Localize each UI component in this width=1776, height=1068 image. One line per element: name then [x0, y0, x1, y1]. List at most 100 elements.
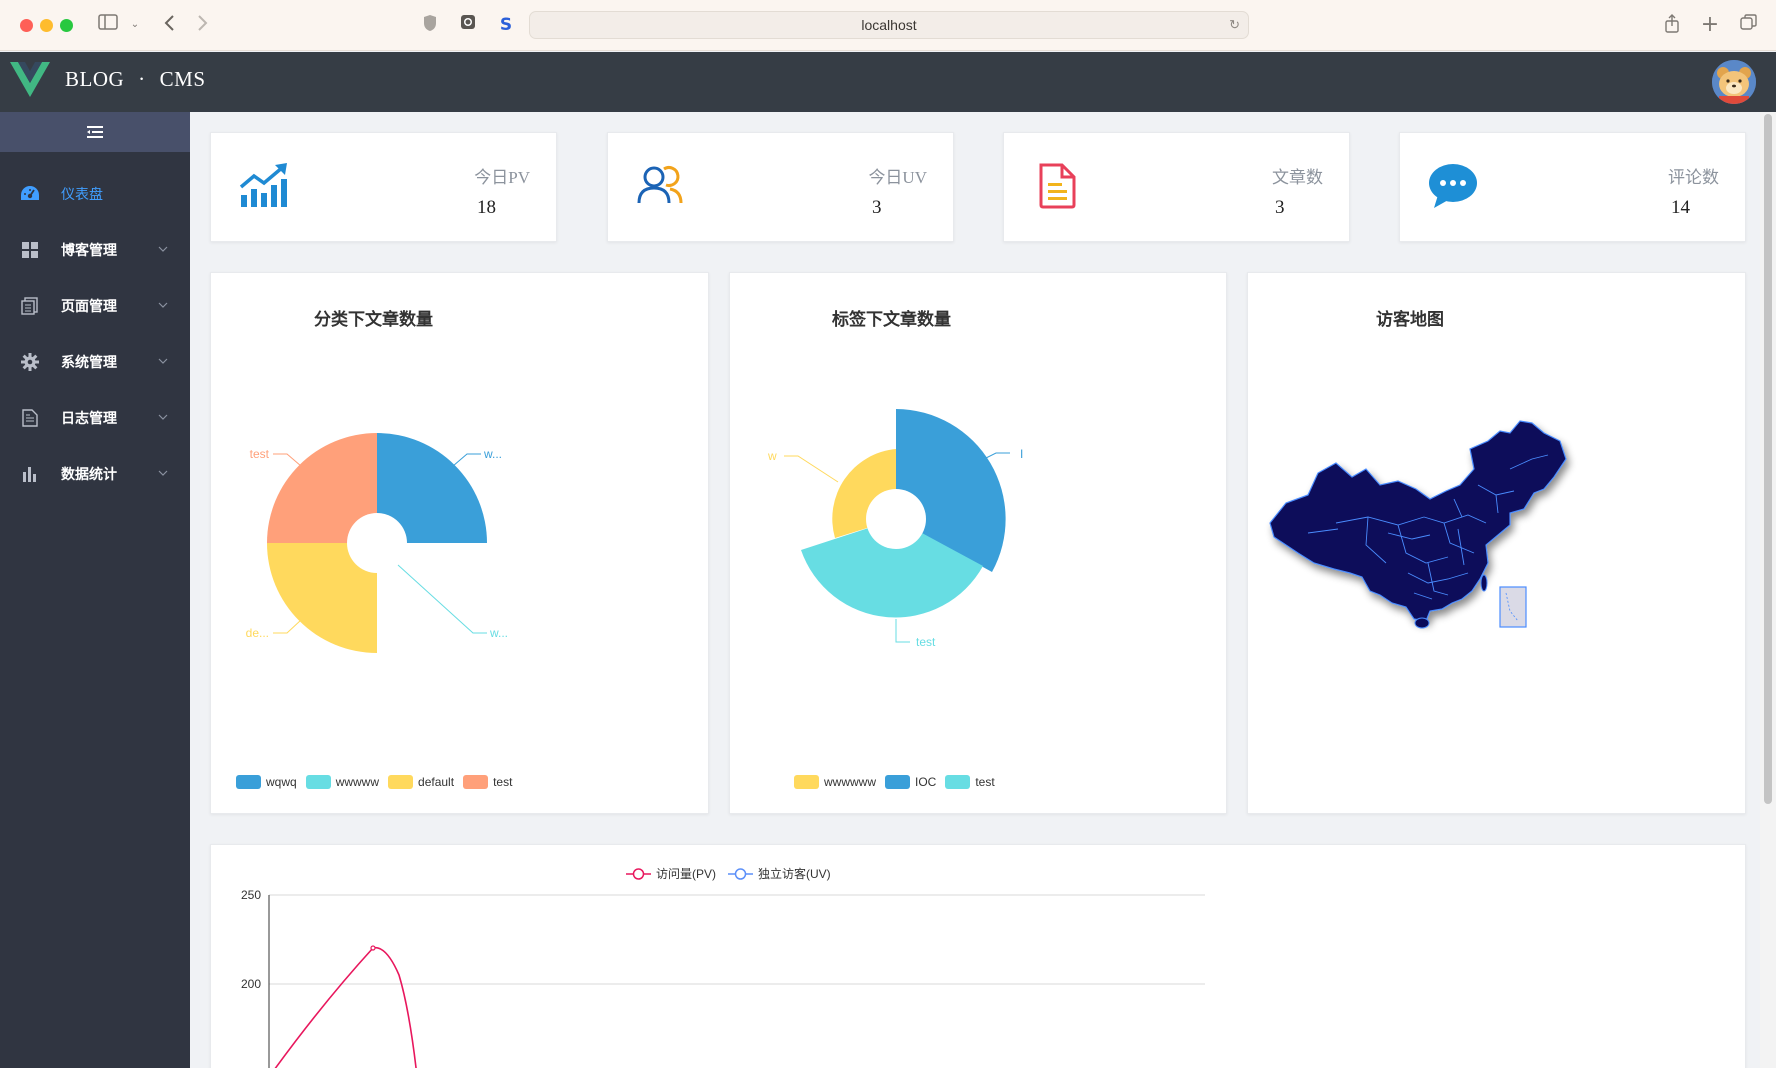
legend-item-test[interactable]: test: [945, 775, 995, 789]
pie-label-wqwq: w...: [483, 447, 502, 461]
gear-icon: [20, 352, 40, 372]
legend-item-test[interactable]: test: [463, 775, 512, 789]
china-map[interactable]: [1248, 273, 1747, 753]
category-chart-card: 分类下文章数量 w... w... de... test wqwq wwwww …: [210, 272, 709, 814]
sidebar-item-dashboard[interactable]: 仪表盘: [0, 166, 190, 222]
south-sea-inset: [1499, 586, 1527, 628]
document-icon: [20, 408, 40, 428]
label-line-wqwq: [452, 453, 481, 467]
legend-label: wwwwww: [824, 775, 876, 789]
brand-left: BLOG: [65, 67, 125, 91]
y-tick-250: 250: [241, 888, 261, 902]
zoom-window-button[interactable]: [60, 19, 73, 32]
legend-label: default: [418, 775, 455, 789]
sidebar-item-stats[interactable]: 数据统计: [0, 446, 190, 502]
users-icon: [637, 166, 683, 204]
category-pie-chart: w... w... de... test: [246, 433, 508, 653]
stat-label: 评论数: [1668, 168, 1719, 187]
series-line-pv: [274, 946, 417, 1068]
legend-item-wqwq[interactable]: wqwq: [236, 775, 297, 789]
pie-label-default: de...: [246, 626, 269, 640]
extension-icon[interactable]: [458, 14, 478, 36]
stat-card-comments: 评论数 14: [1399, 132, 1746, 242]
extension-s-icon[interactable]: S: [496, 14, 516, 36]
back-icon[interactable]: [160, 14, 178, 36]
pie-label-test: test: [916, 635, 936, 649]
close-window-button[interactable]: [20, 19, 33, 32]
legend-swatch: [945, 775, 971, 789]
legend-label: IOC: [915, 775, 937, 789]
chevron-down-icon: [158, 466, 168, 479]
pie-label-test: test: [250, 447, 270, 461]
stat-card-uv: 今日UV 3: [607, 132, 954, 242]
legend-label: test: [493, 775, 513, 789]
legend-label: wwwww: [335, 775, 380, 789]
reload-icon[interactable]: ↻: [1229, 12, 1240, 38]
shield-icon[interactable]: [420, 14, 440, 36]
bar-chart-icon: [20, 464, 40, 484]
chevron-down-icon: [158, 298, 168, 311]
legend-item-default[interactable]: default: [388, 775, 454, 789]
new-tab-icon[interactable]: +: [1700, 14, 1720, 36]
legend-item-wwwww[interactable]: wwwww: [305, 775, 380, 789]
tag-pie-chart: I test w: [767, 409, 1023, 649]
sidebar-item-logs[interactable]: 日志管理: [0, 390, 190, 446]
label-line-wwwwww: [784, 455, 839, 483]
chevron-down-icon[interactable]: ⌄: [128, 14, 142, 36]
dashboard-icon: [20, 184, 40, 204]
trend-chart-icon: [239, 163, 287, 207]
sidebar-item-label: 数据统计: [61, 467, 117, 483]
sidebar-item-system[interactable]: 系统管理: [0, 334, 190, 390]
forward-icon[interactable]: [194, 14, 212, 36]
series-point-pv: [370, 945, 376, 951]
pie-label-IOC: I: [1020, 447, 1023, 461]
comment-icon: [1429, 164, 1477, 208]
grid-icon: [20, 240, 40, 260]
browser-toolbar: ⌄ S localhost ↻ +: [0, 0, 1776, 51]
stat-card-articles: 文章数 3: [1003, 132, 1350, 242]
article-icon: [1039, 163, 1076, 209]
vue-logo-icon: [10, 62, 50, 97]
sidebar-collapse-button[interactable]: [0, 112, 190, 152]
pie-label-wwwwww: w: [767, 449, 777, 463]
stat-label: 今日PV: [474, 168, 530, 187]
app-header: BLOG · CMS: [0, 52, 1776, 112]
pie-label-wwwww: w...: [489, 626, 508, 640]
chevron-down-icon: [158, 242, 168, 255]
label-line-test: [895, 619, 910, 643]
brand-right: CMS: [159, 67, 206, 91]
stat-label: 文章数: [1272, 168, 1323, 187]
pages-icon: [20, 296, 40, 316]
minimize-window-button[interactable]: [40, 19, 53, 32]
legend-item-IOC[interactable]: IOC: [885, 775, 936, 789]
share-icon[interactable]: [1662, 14, 1682, 36]
stat-label: 今日UV: [868, 168, 927, 187]
chart-legend: wqwq wwwww default test: [236, 775, 521, 789]
legend-swatch: [305, 775, 331, 789]
sidebar-item-label: 日志管理: [61, 411, 117, 427]
brand-dot: ·: [138, 67, 146, 91]
tab-overview-icon[interactable]: [1738, 14, 1758, 36]
sidebar: 仪表盘 博客管理 页面管理 系统管理 日志管理 数据统计: [0, 112, 190, 1068]
legend-swatch: [794, 775, 819, 789]
taiwan-island: [1480, 574, 1488, 592]
sidebar-item-label: 仪表盘: [61, 187, 103, 203]
legend-item-wwwwww[interactable]: wwwwww: [794, 775, 876, 789]
scrollbar-thumb[interactable]: [1764, 114, 1772, 804]
legend-swatch: [388, 775, 414, 789]
sidebar-toggle-icon[interactable]: [96, 14, 120, 36]
legend-label: test: [975, 775, 995, 789]
y-tick-200: 200: [241, 977, 261, 991]
page-scrollbar[interactable]: [1760, 112, 1776, 1068]
visitor-map-card: 访客地图: [1247, 272, 1746, 814]
visits-line-chart: 250 200: [241, 888, 1205, 1068]
url-text: localhost: [861, 17, 917, 33]
label-line-default: [273, 619, 302, 634]
legend-swatch: [236, 775, 261, 789]
sidebar-item-pages[interactable]: 页面管理: [0, 278, 190, 334]
stat-value: 3: [872, 197, 882, 218]
sidebar-item-blog[interactable]: 博客管理: [0, 222, 190, 278]
stat-value: 18: [477, 197, 496, 218]
address-bar[interactable]: localhost ↻: [529, 11, 1249, 39]
user-avatar[interactable]: [1712, 60, 1756, 104]
